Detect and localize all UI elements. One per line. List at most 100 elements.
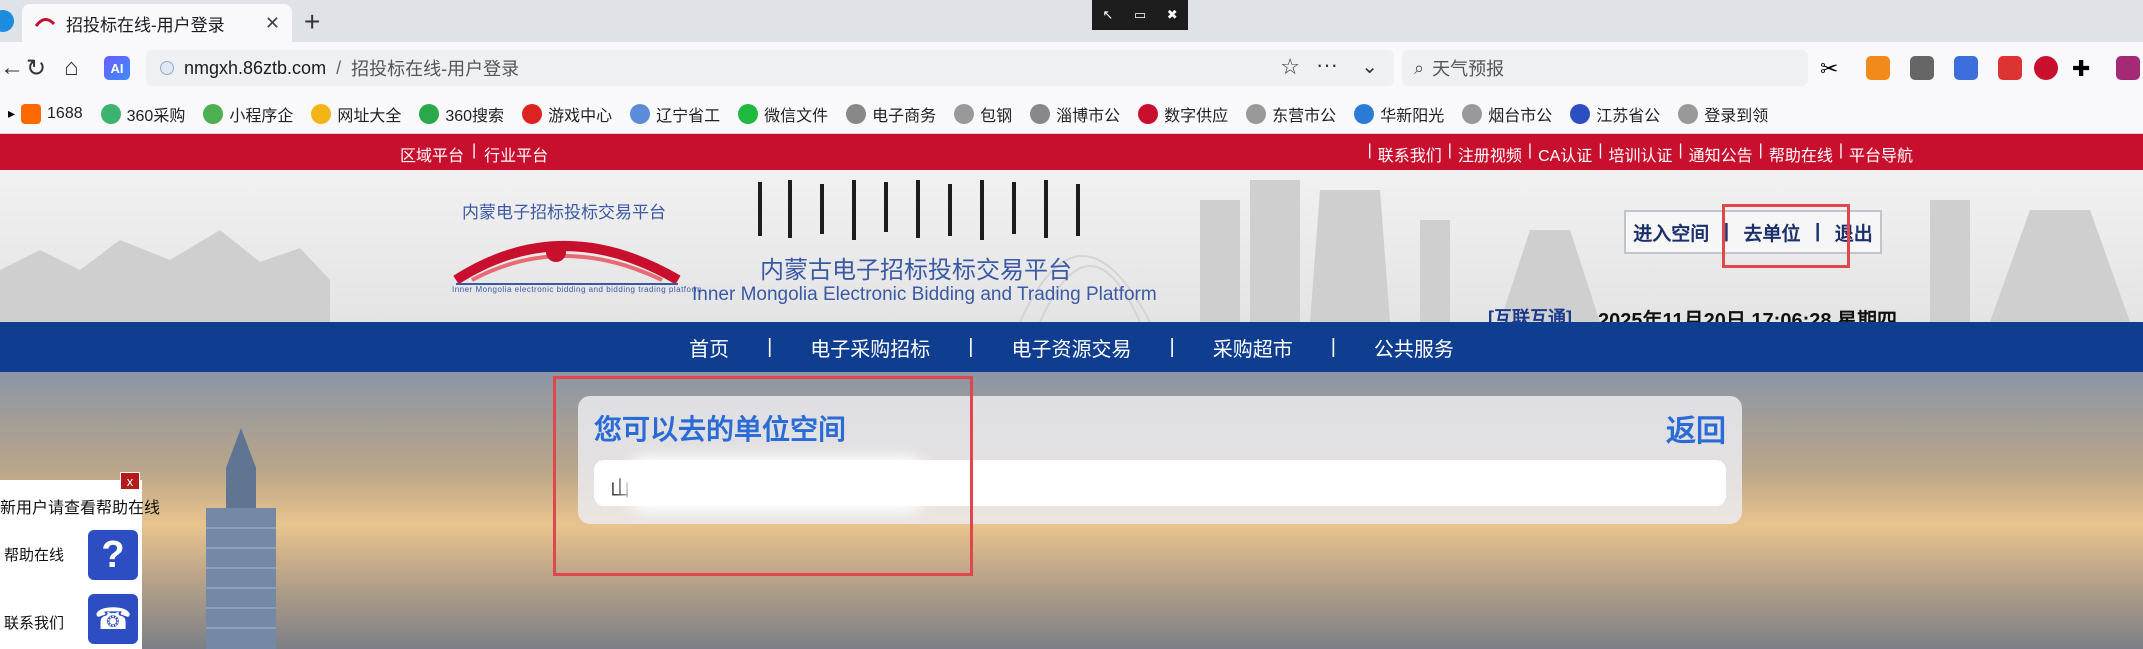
bookmark-item[interactable]: 360搜索 <box>419 102 504 126</box>
bookmark-label: 微信文件 <box>764 107 829 125</box>
training-link[interactable]: 培训认证 <box>1608 142 1672 166</box>
bookmark-favicon-icon <box>21 103 42 124</box>
top-links-bar: 区域平台 | 行业平台 | 联系我们 | 注册视频 | CA认证 | 培训认证 … <box>0 134 2143 170</box>
bookmark-label: 小程序企 <box>229 107 294 125</box>
notice-link[interactable]: 通知公告 <box>1689 142 1753 166</box>
menu-resource-trade[interactable]: 电子资源交易 <box>974 333 1170 362</box>
contact-link[interactable]: 联系我们 <box>1378 142 1442 166</box>
bookmark-favicon-icon <box>1570 103 1591 124</box>
extension-w-icon[interactable] <box>1998 56 2022 80</box>
bookmark-item[interactable]: 游戏中心 <box>522 102 612 126</box>
platform-nav-link[interactable]: 平台导航 <box>1849 142 1913 166</box>
bookmark-star-icon[interactable]: ☆ <box>1280 54 1300 80</box>
bookmark-label: 登录到领 <box>1704 107 1769 125</box>
bookmark-item[interactable]: 微信文件 <box>738 102 828 126</box>
back-icon[interactable]: ← <box>0 54 24 82</box>
bookmark-favicon-icon <box>203 103 224 124</box>
bookmark-label: 烟台市公 <box>1488 107 1553 125</box>
reload-icon[interactable]: ↻ <box>26 54 46 83</box>
site-name-en: Inner Mongolia Electronic Bidding and Tr… <box>692 284 1157 305</box>
bookmark-item[interactable]: 辽宁省工 <box>630 102 720 126</box>
bookmark-favicon-icon <box>1246 103 1267 124</box>
new-tab-button[interactable]: + <box>304 6 320 38</box>
bookmark-favicon-icon <box>1030 103 1051 124</box>
bookmark-item[interactable]: 小程序企 <box>203 102 293 126</box>
pointer-icon[interactable]: ↖ <box>1102 7 1113 23</box>
extension-box-icon[interactable] <box>1910 56 1934 80</box>
menu-supermarket[interactable]: 采购超市 <box>1175 333 1331 362</box>
bookmark-label: 江苏省公 <box>1596 107 1661 125</box>
bookmark-item[interactable]: 网址大全 <box>311 102 401 126</box>
bookmark-item[interactable]: 东营市公 <box>1246 102 1336 126</box>
bookmark-label: 华新阳光 <box>1380 107 1445 125</box>
bookmark-favicon-icon <box>738 103 759 124</box>
search-icon: ⌕ <box>1414 57 1425 78</box>
bookmark-label: 游戏中心 <box>548 107 613 125</box>
separator: | <box>1678 142 1683 159</box>
shield-icon[interactable] <box>1954 56 1978 80</box>
close-icon[interactable]: x <box>120 472 140 490</box>
building-image <box>206 428 276 649</box>
bookmark-item[interactable]: 江苏省公 <box>1570 102 1660 126</box>
puzzle-icon[interactable]: ✚ <box>2072 56 2096 81</box>
bookmark-item[interactable]: 登录到领 <box>1678 102 1768 126</box>
bookmark-item[interactable]: 数字供应 <box>1138 102 1228 126</box>
search-box[interactable]: ⌕ 天气预报 <box>1402 50 1808 86</box>
bookmark-label: 网址大全 <box>337 107 402 125</box>
register-video-link[interactable]: 注册视频 <box>1458 142 1522 166</box>
recording-toolbar: ↖ ▭ ✖ <box>1092 0 1188 30</box>
stop-icon[interactable]: ✖ <box>1167 7 1178 23</box>
interconnect-link[interactable]: [互联互通] <box>1488 304 1572 322</box>
help-online-label[interactable]: 帮助在线 <box>4 544 64 565</box>
question-icon[interactable]: ? <box>88 530 138 580</box>
contact-us-label[interactable]: 联系我们 <box>4 612 64 633</box>
bookmark-item[interactable]: 1688 <box>21 103 83 124</box>
bookmark-label: 东营市公 <box>1272 107 1337 125</box>
help-link[interactable]: 帮助在线 <box>1769 142 1833 166</box>
bookmark-item[interactable]: 包钢 <box>954 102 1012 126</box>
ca-link[interactable]: CA认证 <box>1538 142 1592 166</box>
menu-procurement[interactable]: 电子采购招标 <box>772 333 968 362</box>
bookmark-favicon-icon <box>1462 103 1483 124</box>
back-button[interactable]: 返回 <box>1666 406 1726 450</box>
browser-tab[interactable]: 招投标在线-用户登录 ✕ <box>22 4 292 42</box>
tab-title: 招投标在线-用户登录 <box>66 15 225 35</box>
current-datetime: 2025年11月20日 17:06:28 星期四 <box>1598 310 1898 322</box>
profile-icon[interactable] <box>2116 56 2140 80</box>
enter-space-link[interactable]: 进入空间 <box>1633 219 1709 246</box>
industry-platform-link[interactable]: 行业平台 <box>484 142 548 166</box>
chevron-down-icon[interactable]: ⌄ <box>1361 54 1378 79</box>
hero-background: 您可以去的单位空间 返回 山 x 新用户请查看帮助在线 帮助在线 ? 联系我们 … <box>0 372 2143 649</box>
region-platform-link[interactable]: 区域平台 <box>400 142 464 166</box>
home-icon[interactable]: ⌂ <box>64 54 79 82</box>
site-name-cn: 内蒙古电子招标投标交易平台 <box>760 257 1072 284</box>
bookmark-item[interactable]: 淄博市公 <box>1030 102 1120 126</box>
bookmark-favicon-icon <box>846 103 867 124</box>
extension-fox-icon[interactable] <box>1866 56 1890 80</box>
separator: | <box>1447 142 1452 159</box>
bookmark-item[interactable]: 360采购 <box>100 102 185 126</box>
bookmark-item[interactable]: 华新阳光 <box>1354 102 1444 126</box>
separator: | <box>1758 142 1763 159</box>
more-icon[interactable]: ··· <box>1316 52 1338 78</box>
site-info-icon[interactable] <box>160 61 174 75</box>
menu-home[interactable]: 首页 <box>651 333 767 362</box>
scissors-icon[interactable]: ✂ <box>1820 56 1844 81</box>
bookmark-item[interactable]: 电子商务 <box>846 102 936 126</box>
mongolian-script-title <box>758 180 1080 240</box>
screen-icon[interactable]: ▭ <box>1134 7 1146 23</box>
bookmark-label: 数字供应 <box>1164 107 1229 125</box>
extension-red-icon[interactable] <box>2034 56 2058 80</box>
bookmark-item[interactable]: 烟台市公 <box>1462 102 1552 126</box>
bookmark-label: 包钢 <box>980 107 1013 125</box>
tab-bar: 招投标在线-用户登录 ✕ + ↖ ▭ ✖ <box>0 0 2143 42</box>
telegram-icon[interactable] <box>0 10 14 32</box>
menu-public-service[interactable]: 公共服务 <box>1336 333 1492 362</box>
bookmarks-arrow-icon[interactable]: ▸ <box>8 105 15 122</box>
phone-icon[interactable]: ☎ <box>88 594 138 644</box>
bookmark-favicon-icon <box>522 103 543 124</box>
address-bar[interactable]: nmgxh.86ztb.com / 招投标在线-用户登录 ☆ ··· ⌄ <box>146 50 1394 86</box>
ai-icon[interactable]: AI <box>104 56 130 80</box>
main-menu: 首页 | 电子采购招标 | 电子资源交易 | 采购超市 | 公共服务 <box>0 322 2143 372</box>
tab-close-icon[interactable]: ✕ <box>265 13 280 34</box>
